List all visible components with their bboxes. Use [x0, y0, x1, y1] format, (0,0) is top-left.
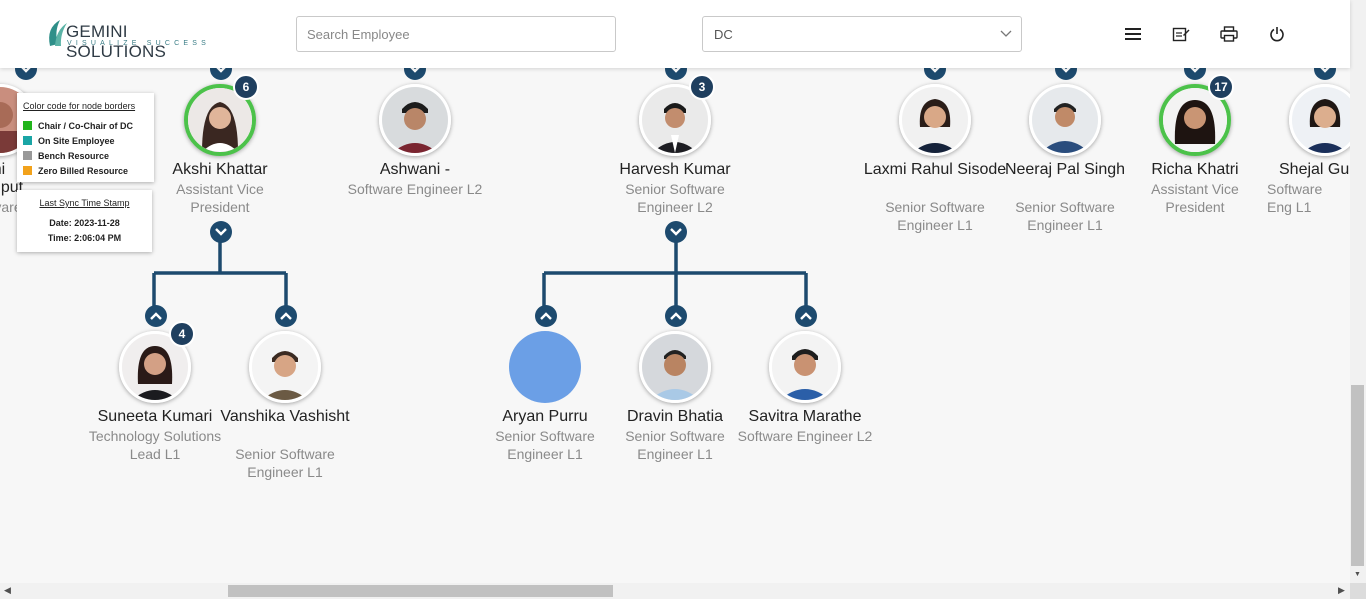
employee-role: Senior Software Engineer L1	[495, 428, 595, 462]
direct-reports-badge: 3	[689, 74, 715, 100]
notes-icon[interactable]	[1171, 24, 1191, 44]
employee-role: Senior Software Engineer L1	[235, 446, 335, 480]
employee-role: Technology Solutions Lead L1	[88, 428, 222, 462]
last-sync-panel: Last Sync Time Stamp Date: 2023-11-28 Ti…	[17, 190, 152, 252]
menu-icon[interactable]	[1123, 24, 1143, 44]
avatar-placeholder-aryan-purru[interactable]	[509, 331, 581, 403]
avatar-savitra-marathe[interactable]	[769, 331, 841, 403]
employee-role: Senior Software Engineer L2	[625, 181, 725, 215]
parent-toggle-aryan[interactable]	[535, 305, 557, 327]
employee-role: Senior Software Engineer L1	[1015, 199, 1115, 233]
direct-reports-badge: 4	[169, 321, 195, 347]
employee-role: Senior Software Engineer L1	[885, 199, 985, 233]
avatar-dravin-bhatia[interactable]	[639, 331, 711, 403]
legend-item-onsite: On Site Employee	[23, 136, 115, 146]
logo-tagline: VISUALIZE SUCCESS	[67, 40, 210, 47]
employee-role: Software Engineer L2	[347, 181, 483, 197]
border-color-legend: Color code for node borders Chair / Co-C…	[17, 93, 154, 182]
sync-title: Last Sync Time Stamp	[39, 198, 130, 208]
employee-role: Software Eng L1	[1267, 181, 1323, 215]
dc-select-value: DC	[714, 27, 733, 42]
swatch-orange	[23, 166, 32, 175]
parent-toggle-savitra[interactable]	[795, 305, 817, 327]
sync-date: Date: 2023-11-28	[49, 218, 120, 228]
employee-name: Suneeta Kumari	[97, 408, 213, 425]
logo-leaf-icon	[49, 20, 67, 46]
employee-name: Aryan Purru	[502, 408, 588, 425]
employee-role: Assistant Vice President	[176, 181, 264, 215]
avatar-ashwani[interactable]	[379, 84, 451, 156]
legend-title: Color code for node borders	[23, 101, 136, 111]
employee-role: Senior Software Engineer L1	[625, 428, 725, 462]
legend-item-chair: Chair / Co-Chair of DC	[23, 121, 133, 131]
employee-name: Savitra Marathe	[748, 408, 862, 425]
employee-name: Vanshika Vashisht	[220, 408, 350, 425]
app-header: GEMINI SOLUTIONS VISUALIZE SUCCESS DC	[0, 0, 1350, 68]
collapse-toggle-akshi[interactable]	[210, 221, 232, 243]
legend-item-zero-billed: Zero Billed Resource	[23, 166, 128, 176]
scroll-left-arrow-icon[interactable]: ◀	[4, 585, 11, 596]
employee-name: Shejal Gu	[1279, 161, 1349, 178]
employee-name: Dravin Bhatia	[626, 408, 724, 425]
dc-select[interactable]: DC	[702, 16, 1022, 52]
scroll-right-arrow-icon[interactable]: ▶	[1338, 585, 1345, 596]
avatar-laxmi-rahul-sisode[interactable]	[899, 84, 971, 156]
direct-reports-badge: 17	[1208, 74, 1234, 100]
horizontal-scrollbar-thumb[interactable]	[228, 585, 613, 597]
chevron-down-icon	[1000, 30, 1012, 37]
parent-toggle-dravin[interactable]	[665, 305, 687, 327]
legend-item-bench: Bench Resource	[23, 151, 109, 161]
sync-time: Time: 2:06:04 PM	[47, 233, 122, 243]
employee-role: Software Engineer L2	[737, 428, 873, 444]
employee-name: Laxmi Rahul Sisode	[863, 161, 1007, 178]
swatch-teal	[23, 136, 32, 145]
company-logo: GEMINI SOLUTIONS VISUALIZE SUCCESS	[46, 16, 216, 61]
horizontal-scrollbar[interactable]	[0, 583, 1350, 599]
swatch-green	[23, 121, 32, 130]
employee-name: Ashwani -	[379, 161, 451, 178]
search-employee-input[interactable]	[296, 16, 616, 52]
employee-name: Richa Khatri	[1151, 161, 1239, 178]
avatar-vanshika-vashisht[interactable]	[249, 331, 321, 403]
vertical-scrollbar-thumb[interactable]	[1351, 385, 1364, 566]
swatch-grey	[23, 151, 32, 160]
employee-name: Akshi Khattar	[172, 161, 268, 178]
scroll-down-arrow-icon[interactable]: ▼	[1354, 571, 1361, 578]
print-icon[interactable]	[1219, 24, 1239, 44]
employee-name: Harvesh Kumar	[619, 161, 731, 178]
parent-toggle-vanshika[interactable]	[275, 305, 297, 327]
direct-reports-badge: 6	[233, 74, 259, 100]
employee-role: Assistant Vice President	[1151, 181, 1239, 215]
employee-name: Neeraj Pal Singh	[1004, 161, 1126, 178]
avatar-neeraj-pal-singh[interactable]	[1029, 84, 1101, 156]
collapse-toggle-harvesh[interactable]	[665, 221, 687, 243]
scrollbar-corner	[1350, 583, 1366, 599]
parent-toggle-suneeta[interactable]	[145, 305, 167, 327]
power-icon[interactable]	[1267, 24, 1287, 44]
